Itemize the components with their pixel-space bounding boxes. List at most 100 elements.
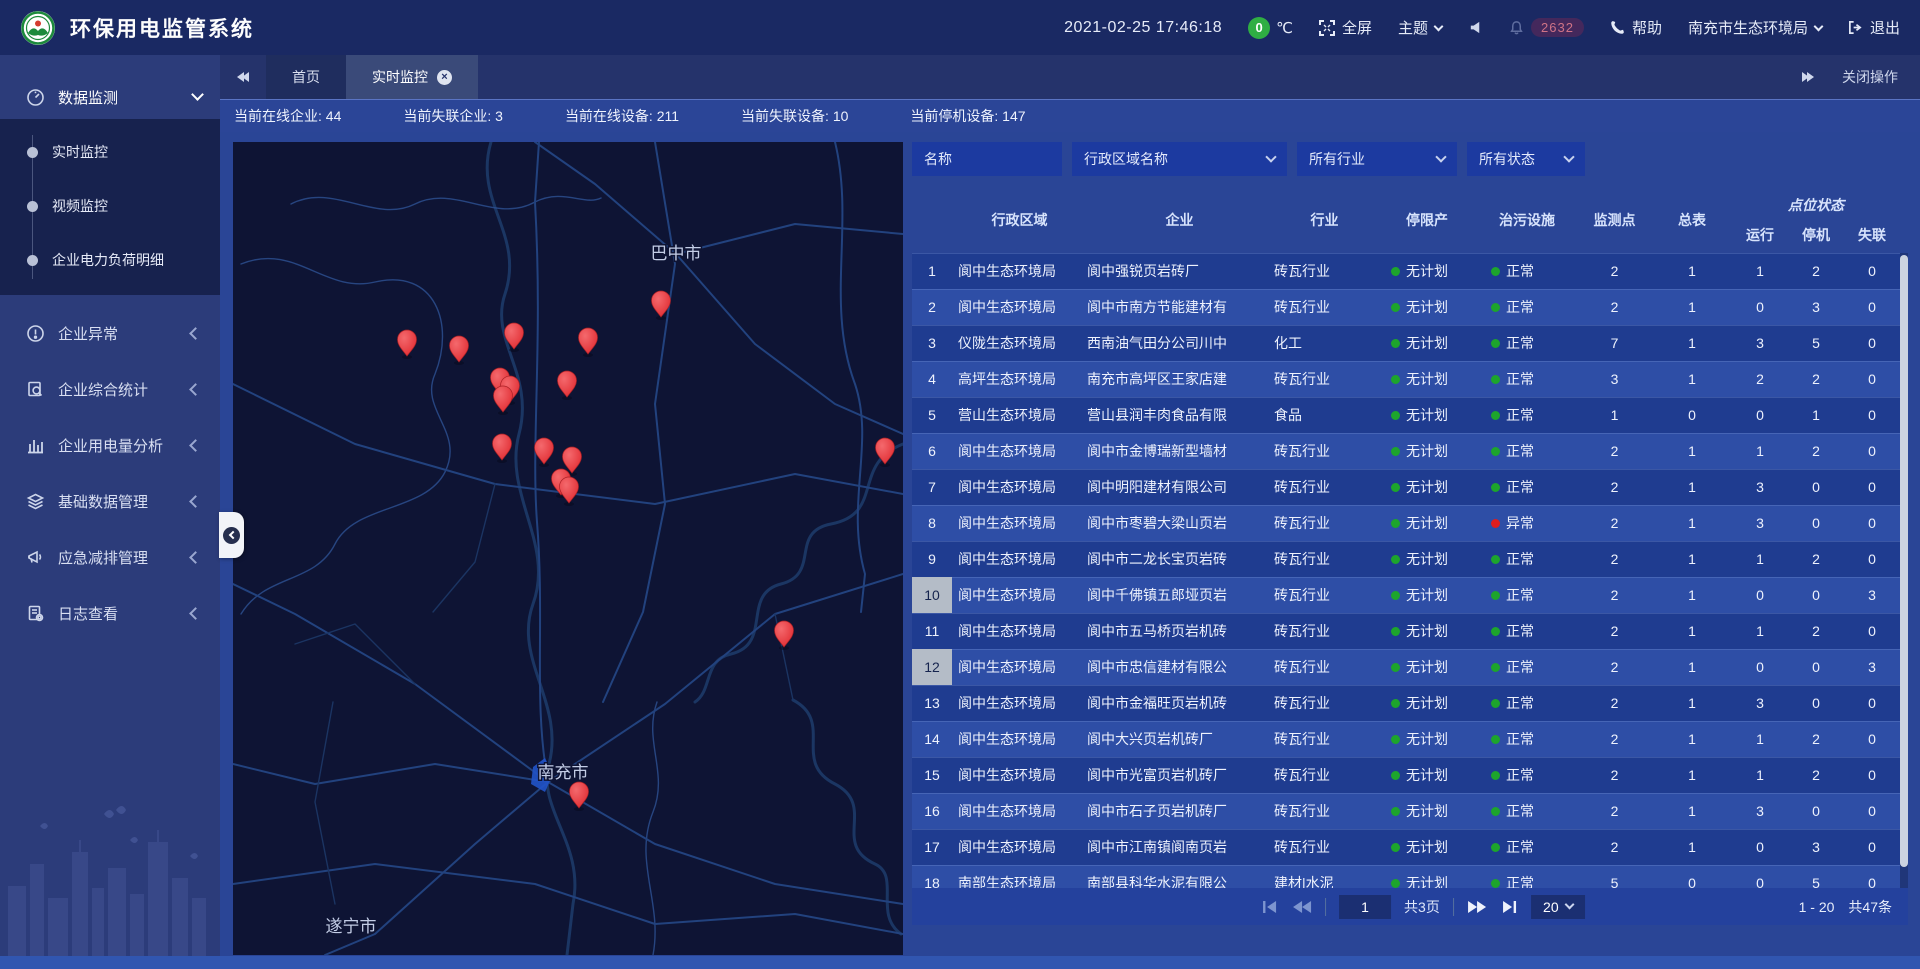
col-facility: 治污设施 xyxy=(1477,210,1577,230)
map-roads xyxy=(233,142,903,955)
page-size-select[interactable]: 20 xyxy=(1531,895,1585,919)
chevron-left-icon xyxy=(189,383,202,396)
map-pin[interactable] xyxy=(558,371,577,400)
help-button[interactable]: 帮助 xyxy=(1610,17,1662,38)
theme-dropdown[interactable]: 主题 xyxy=(1398,17,1442,38)
tab-realtime-monitor[interactable]: 实时监控 × xyxy=(346,55,478,99)
table-row[interactable]: 2阆中生态环境局阆中市南方节能建材有砖瓦行业无计划正常21030 xyxy=(912,289,1900,325)
sidebar-group-label: 数据监测 xyxy=(58,87,180,108)
table-row[interactable]: 15阆中生态环境局阆中市光富页岩机砖厂砖瓦行业无计划正常21120 xyxy=(912,757,1900,793)
sidebar-item-logs[interactable]: 日志查看 xyxy=(0,585,220,641)
map-pin[interactable] xyxy=(398,330,417,359)
map[interactable]: 巴中市南充市遂宁市 xyxy=(233,142,903,955)
status-dot-icon xyxy=(1391,843,1400,852)
sidebar-item-power-analysis[interactable]: 企业用电量分析 xyxy=(0,417,220,473)
table-rows: 1阆中生态环境局阆中强锐页岩砖厂砖瓦行业无计划正常211202阆中生态环境局阆中… xyxy=(912,253,1900,888)
status-dot-icon xyxy=(1491,663,1500,672)
map-pin[interactable] xyxy=(579,328,598,357)
fullscreen-button[interactable]: 全屏 xyxy=(1319,17,1372,38)
sidebar-collapse-handle[interactable] xyxy=(219,512,244,558)
table-row[interactable]: 11阆中生态环境局阆中市五马桥页岩机砖砖瓦行业无计划正常21120 xyxy=(912,613,1900,649)
industry-select[interactable]: 所有行业 xyxy=(1297,142,1457,176)
map-pin[interactable] xyxy=(494,386,513,415)
megaphone-icon xyxy=(26,548,45,567)
scrollbar-thumb[interactable] xyxy=(1900,255,1908,867)
chevron-down-icon xyxy=(1434,21,1444,31)
table-row[interactable]: 8阆中生态环境局阆中市枣碧大梁山页岩砖瓦行业无计划异常21300 xyxy=(912,505,1900,541)
table-scrollbar[interactable] xyxy=(1900,253,1908,888)
table-row[interactable]: 1阆中生态环境局阆中强锐页岩砖厂砖瓦行业无计划正常21120 xyxy=(912,253,1900,289)
status-dot-icon xyxy=(1491,483,1500,492)
total-count-label: 共47条 xyxy=(1848,897,1892,917)
row-number: 11 xyxy=(912,613,952,649)
table-row[interactable]: 6阆中生态环境局阆中市金博瑞新型墙材砖瓦行业无计划正常21120 xyxy=(912,433,1900,469)
name-search-input[interactable]: 名称 xyxy=(912,142,1062,176)
status-select[interactable]: 所有状态 xyxy=(1467,142,1585,176)
bell-icon xyxy=(1509,20,1524,35)
status-dot-icon xyxy=(1391,879,1400,888)
region-select[interactable]: 行政区域名称 xyxy=(1072,142,1287,176)
status-dot-icon xyxy=(1491,411,1500,420)
prev-page-button[interactable] xyxy=(1292,900,1312,914)
col-points: 监测点 xyxy=(1577,210,1652,230)
table-row[interactable]: 9阆中生态环境局阆中市二龙长宝页岩砖砖瓦行业无计划正常21120 xyxy=(912,541,1900,577)
bar-chart-icon xyxy=(26,436,45,455)
table-row[interactable]: 7阆中生态环境局阆中明阳建材有限公司砖瓦行业无计划正常21300 xyxy=(912,469,1900,505)
row-number: 14 xyxy=(912,721,952,757)
sidebar-item-emergency-reduction[interactable]: 应急减排管理 xyxy=(0,529,220,585)
sidebar-item-enterprise-statistics[interactable]: 企业综合统计 xyxy=(0,361,220,417)
tab-close-icon[interactable]: × xyxy=(437,70,452,85)
row-number: 3 xyxy=(912,325,952,361)
org-dropdown[interactable]: 南充市生态环境局 xyxy=(1688,17,1822,38)
status-dot-icon xyxy=(1491,555,1500,564)
row-number: 12 xyxy=(912,649,952,685)
tabs-scroll-left-button[interactable] xyxy=(220,55,266,99)
status-dot-icon xyxy=(1491,447,1500,456)
status-dot-icon xyxy=(1491,591,1500,600)
fullscreen-icon xyxy=(1319,20,1335,36)
table-row[interactable]: 13阆中生态环境局阆中市金福旺页岩机砖砖瓦行业无计划正常21300 xyxy=(912,685,1900,721)
row-number: 4 xyxy=(912,361,952,397)
table-row[interactable]: 12阆中生态环境局阆中市忠信建材有限公砖瓦行业无计划正常21003 xyxy=(912,649,1900,685)
tab-home[interactable]: 首页 xyxy=(266,55,346,99)
stat-item: 当前失联企业: 3 xyxy=(403,106,503,126)
chevron-down-icon xyxy=(1564,899,1574,909)
map-pin[interactable] xyxy=(493,434,512,463)
page-number-input[interactable]: 1 xyxy=(1339,895,1391,919)
map-pin[interactable] xyxy=(450,336,469,365)
notifications[interactable]: 2632 xyxy=(1509,18,1584,37)
tabs-scroll-right-button[interactable] xyxy=(1802,72,1814,82)
sidebar-item-realtime-monitor[interactable]: 实时监控 xyxy=(0,125,220,179)
map-pin[interactable] xyxy=(535,438,554,467)
table-row[interactable]: 16阆中生态环境局阆中市石子页岩机砖厂砖瓦行业无计划正常21300 xyxy=(912,793,1900,829)
sidebar-item-power-load-detail[interactable]: 企业电力负荷明细 xyxy=(0,233,220,287)
pagination-bar: 1 共3页 20 1 - 20 共47条 xyxy=(912,888,1908,925)
layers-icon xyxy=(26,492,45,511)
table-row[interactable]: 5营山生态环境局营山县润丰肉食品有限食品无计划正常10010 xyxy=(912,397,1900,433)
sidebar-item-enterprise-abnormal[interactable]: 企业异常 xyxy=(0,305,220,361)
map-pin[interactable] xyxy=(570,782,589,811)
row-number: 17 xyxy=(912,829,952,865)
phone-icon xyxy=(1610,20,1625,35)
table-row[interactable]: 10阆中生态环境局阆中千佛镇五郎垭页岩砖瓦行业无计划正常21003 xyxy=(912,577,1900,613)
close-operations-button[interactable]: 关闭操作 xyxy=(1842,67,1898,87)
sidebar-item-video-monitor[interactable]: 视频监控 xyxy=(0,179,220,233)
first-page-button[interactable] xyxy=(1261,900,1279,914)
table-row[interactable]: 3仪陇生态环境局西南油气田分公司川中化工无计划正常71350 xyxy=(912,325,1900,361)
mute-button[interactable] xyxy=(1468,20,1483,35)
table-row[interactable]: 4高坪生态环境局南充市高坪区王家店建砖瓦行业无计划正常31220 xyxy=(912,361,1900,397)
sidebar-item-base-data[interactable]: 基础数据管理 xyxy=(0,473,220,529)
map-city-label: 遂宁市 xyxy=(326,917,377,936)
table-row[interactable]: 14阆中生态环境局阆中大兴页岩机砖厂砖瓦行业无计划正常21120 xyxy=(912,721,1900,757)
table-row[interactable]: 18南部生态环境局南部县科华水泥有限公建材|水泥无计划正常50050 xyxy=(912,865,1900,888)
next-page-button[interactable] xyxy=(1467,900,1487,914)
sidebar-group-data-monitoring[interactable]: 数据监测 xyxy=(0,75,220,119)
row-number: 6 xyxy=(912,433,952,469)
map-pin[interactable] xyxy=(560,477,579,506)
last-page-button[interactable] xyxy=(1500,900,1518,914)
row-number: 13 xyxy=(912,685,952,721)
logout-button[interactable]: 退出 xyxy=(1848,17,1900,38)
map-pin[interactable] xyxy=(775,621,794,650)
org-name: 南充市生态环境局 xyxy=(1688,17,1808,38)
table-row[interactable]: 17阆中生态环境局阆中市江南镇阆南页岩砖瓦行业无计划正常21030 xyxy=(912,829,1900,865)
